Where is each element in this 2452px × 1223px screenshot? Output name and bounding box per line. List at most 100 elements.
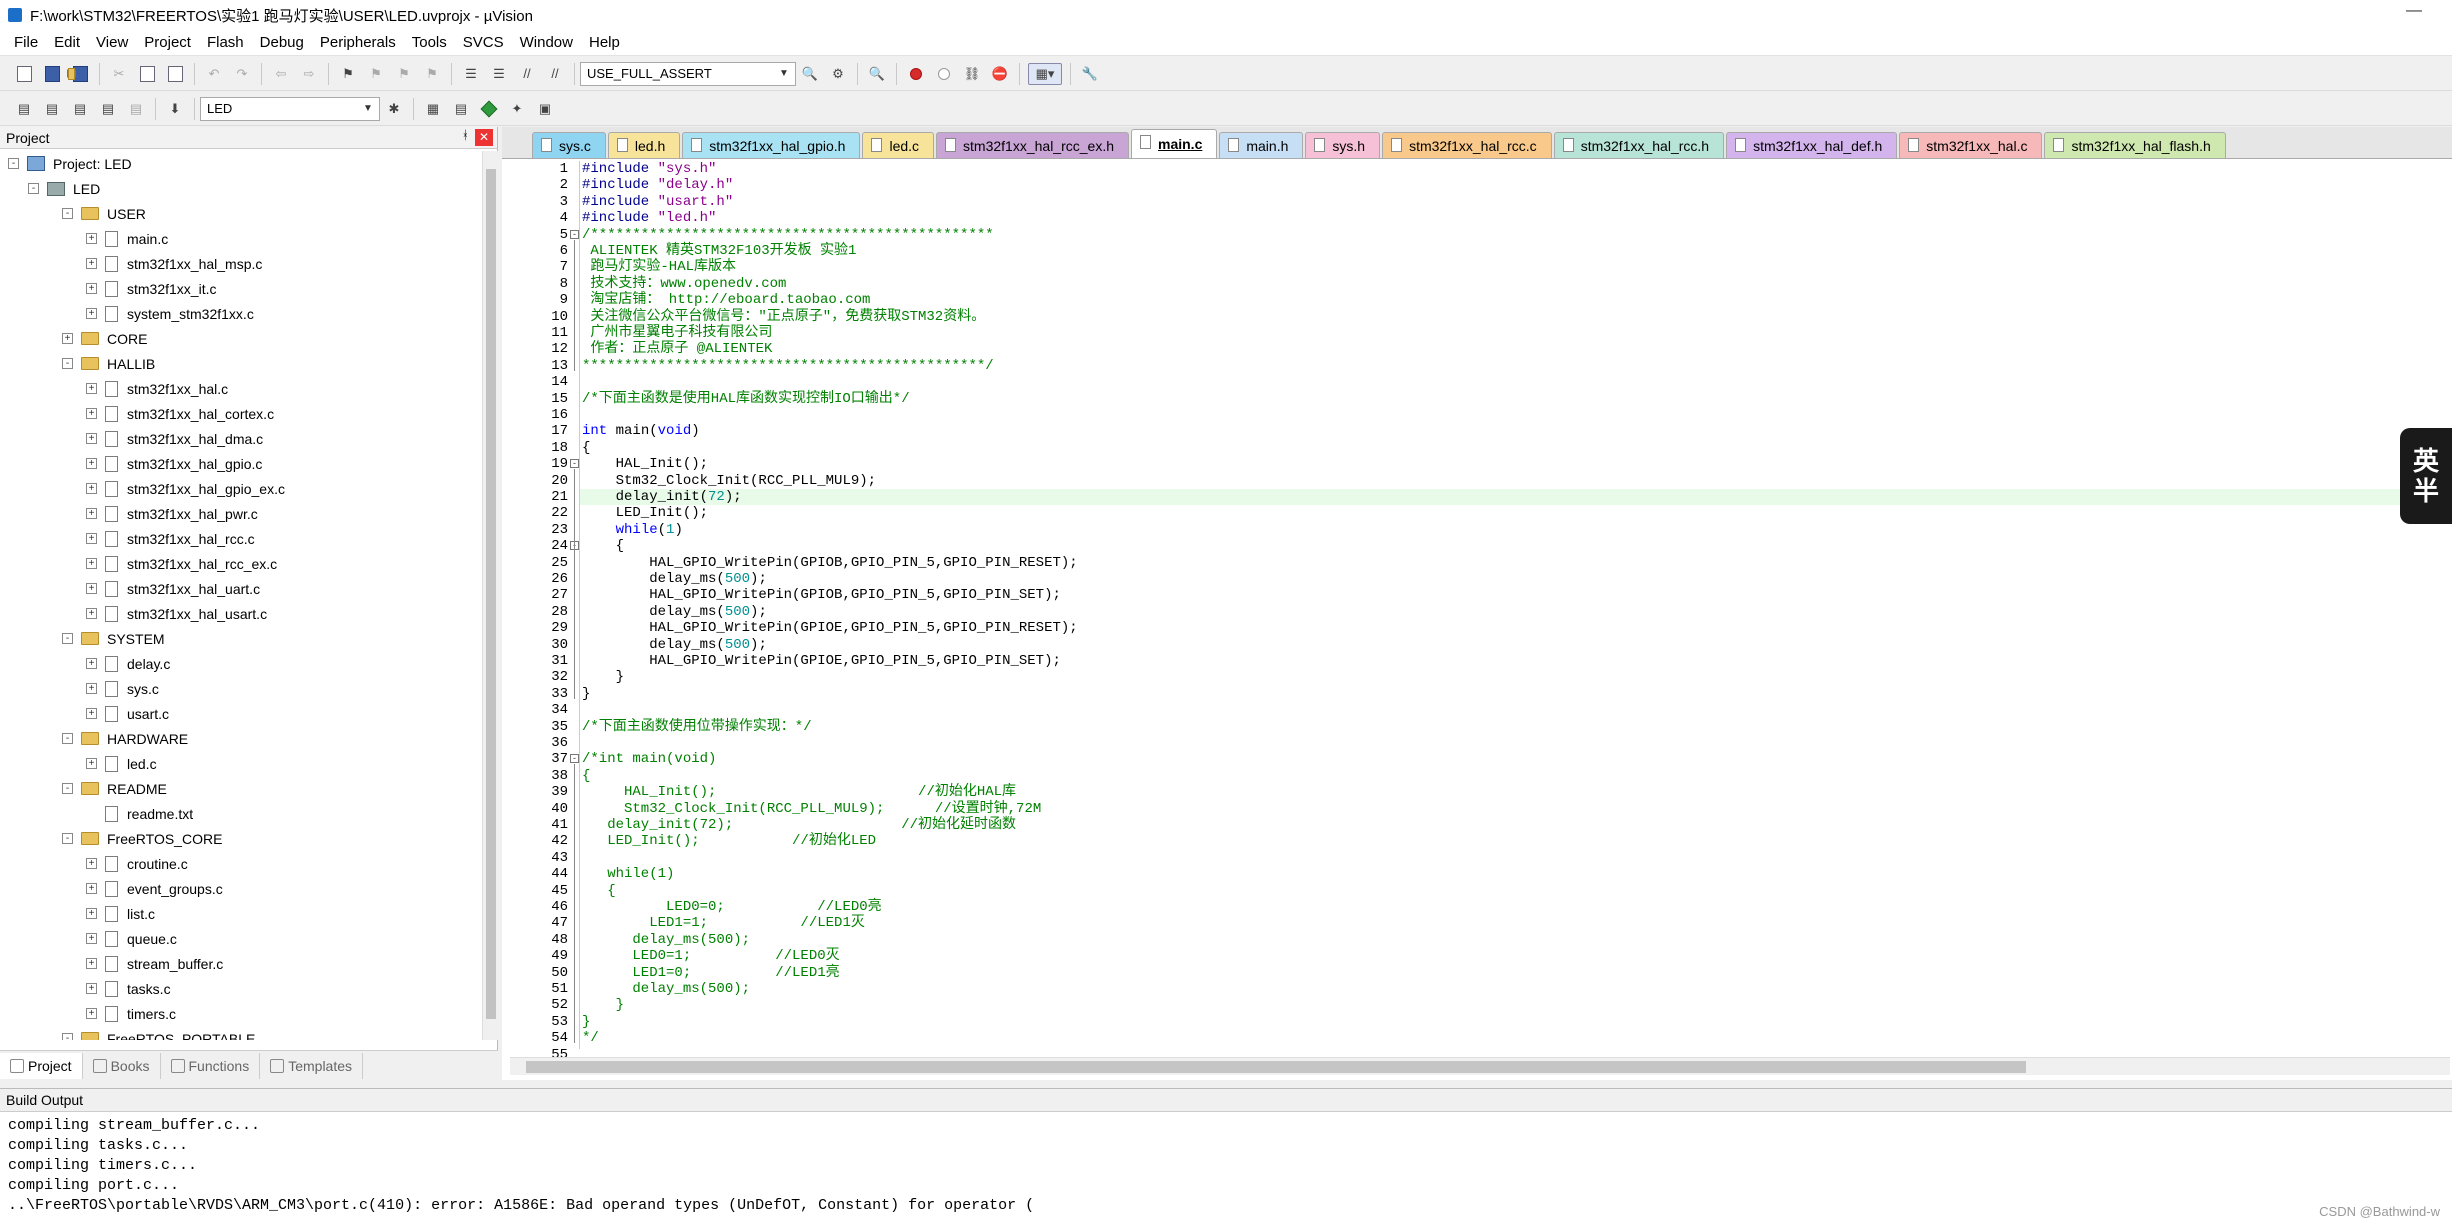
redo-icon[interactable]: ↷ [231,63,253,85]
tree-folder[interactable]: + CORE [0,326,482,351]
new-file-icon[interactable] [13,63,35,85]
expand-icon[interactable]: + [86,233,97,244]
tree-folder[interactable]: - HALLIB [0,351,482,376]
code-area[interactable]: #include "sys.h" #include "delay.h" #inclu… [580,161,2436,1049]
disable-all-breakpoints-icon[interactable]: ⛓ [961,63,983,85]
editor-tab[interactable]: led.c [862,132,935,158]
collapse-icon[interactable]: - [62,783,73,794]
tree-file[interactable]: readme.txt [0,801,482,826]
tree-file[interactable]: + stm32f1xx_hal_gpio.c [0,451,482,476]
expand-icon[interactable]: + [86,658,97,669]
event-recorder-icon[interactable]: ▣ [534,98,556,120]
tree-file[interactable]: + tasks.c [0,976,482,1001]
target-combo[interactable]: LED ▼ [200,96,380,121]
tree-folder[interactable]: - HARDWARE [0,726,482,751]
expand-icon[interactable]: + [86,308,97,319]
tree-file[interactable]: + stm32f1xx_hal_rcc_ex.c [0,551,482,576]
expand-icon[interactable]: + [86,758,97,769]
chevron-down-icon[interactable]: ▼ [361,103,375,114]
editor-tab[interactable]: stm32f1xx_hal_rcc_ex.h [936,132,1129,158]
tree-folder[interactable]: - FreeRTOS_CORE [0,826,482,851]
rebuild-icon[interactable]: ▤ [69,98,91,120]
navigate-forward-icon[interactable]: ⇨ [298,63,320,85]
editor-scrollbar-thumb[interactable] [526,1061,2026,1073]
close-icon[interactable]: ✕ [475,129,493,146]
collapse-icon[interactable]: - [8,158,19,169]
find-combo[interactable]: USE_FULL_ASSERT ▼ [580,61,796,86]
ime-indicator[interactable]: 英 半 [2400,428,2452,524]
menu-tools[interactable]: Tools [404,30,455,56]
menu-help[interactable]: Help [581,30,628,56]
tree-file[interactable]: + stm32f1xx_hal_usart.c [0,601,482,626]
tree-file[interactable]: + stm32f1xx_hal_gpio_ex.c [0,476,482,501]
build-icon[interactable]: ▤ [41,98,63,120]
fold-toggle-icon[interactable]: - [570,459,579,468]
collapse-icon[interactable]: - [62,633,73,644]
tree-scrollbar-thumb[interactable] [486,169,496,1019]
expand-icon[interactable]: + [86,258,97,269]
expand-icon[interactable]: + [86,908,97,919]
tab-books[interactable]: Books [83,1052,161,1079]
kill-all-breakpoints-icon[interactable]: ⛔ [989,63,1011,85]
tree-file[interactable]: + croutine.c [0,851,482,876]
tree-file[interactable]: + stm32f1xx_hal_pwr.c [0,501,482,526]
expand-icon[interactable]: + [86,483,97,494]
tree-file[interactable]: + led.c [0,751,482,776]
editor-tab[interactable]: stm32f1xx_hal.c [1899,132,2043,158]
tree-file[interactable]: + event_groups.c [0,876,482,901]
unindent-icon[interactable]: ☰ [488,63,510,85]
expand-icon[interactable]: + [62,333,73,344]
tree-scrollbar[interactable] [482,151,498,1040]
bookmark-icon[interactable]: ⚑ [337,63,359,85]
menu-peripherals[interactable]: Peripherals [312,30,404,56]
navigate-back-icon[interactable]: ⇦ [270,63,292,85]
tab-templates[interactable]: Templates [260,1052,364,1079]
breakpoint-icon[interactable] [905,63,927,85]
tab-project[interactable]: Project [0,1052,83,1079]
expand-icon[interactable]: + [86,883,97,894]
tree-file[interactable]: + stm32f1xx_hal_dma.c [0,426,482,451]
copy-icon[interactable] [136,63,158,85]
expand-icon[interactable]: + [86,283,97,294]
editor-tab[interactable]: led.h [607,132,681,158]
clear-bookmarks-icon[interactable]: ⚑ [421,63,443,85]
tree-target[interactable]: - LED [0,176,482,201]
editor-tab[interactable]: stm32f1xx_hal_rcc.h [1553,132,1725,158]
expand-icon[interactable]: + [86,683,97,694]
download-icon[interactable]: ⬇ [164,98,186,120]
menu-edit[interactable]: Edit [46,30,88,56]
expand-icon[interactable]: + [86,433,97,444]
tree-file[interactable]: + sys.c [0,676,482,701]
expand-icon[interactable]: + [86,583,97,594]
expand-icon[interactable]: + [86,508,97,519]
menu-project[interactable]: Project [136,30,199,56]
expand-icon[interactable]: + [86,458,97,469]
expand-icon[interactable]: + [86,383,97,394]
expand-icon[interactable]: + [86,1008,97,1019]
tree-file[interactable]: + stm32f1xx_hal_rcc.c [0,526,482,551]
cut-icon[interactable]: ✂ [108,63,130,85]
editor-tab[interactable]: main.c [1131,129,1218,158]
editor-tab[interactable]: stm32f1xx_hal_def.h [1726,132,1898,158]
menu-file[interactable]: File [6,30,46,56]
tree-project[interactable]: - Project: LED [0,151,482,176]
tree-folder[interactable]: - USER [0,201,482,226]
expand-icon[interactable]: + [86,708,97,719]
expand-icon[interactable]: + [86,408,97,419]
undo-icon[interactable]: ↶ [203,63,225,85]
indent-icon[interactable]: ☰ [460,63,482,85]
select-packs-icon[interactable]: ▤ [450,98,472,120]
tree-file[interactable]: + usart.c [0,701,482,726]
batch-build-icon[interactable]: ▤ [97,98,119,120]
expand-icon[interactable]: + [86,933,97,944]
window-layout-icon[interactable]: ▦▾ [1028,62,1062,85]
editor-horizontal-scrollbar[interactable] [510,1057,2450,1075]
pack-installer-icon[interactable]: ✦ [506,98,528,120]
collapse-icon[interactable]: - [62,208,73,219]
tree-file[interactable]: + stm32f1xx_hal_cortex.c [0,401,482,426]
collapse-icon[interactable]: - [62,1033,73,1040]
uncomment-icon[interactable]: // [544,63,566,85]
build-output-console[interactable]: compiling stream_buffer.c... compiling ta… [0,1111,2452,1223]
disable-breakpoint-icon[interactable] [933,63,955,85]
manage-project-items-icon[interactable]: ▦ [422,98,444,120]
